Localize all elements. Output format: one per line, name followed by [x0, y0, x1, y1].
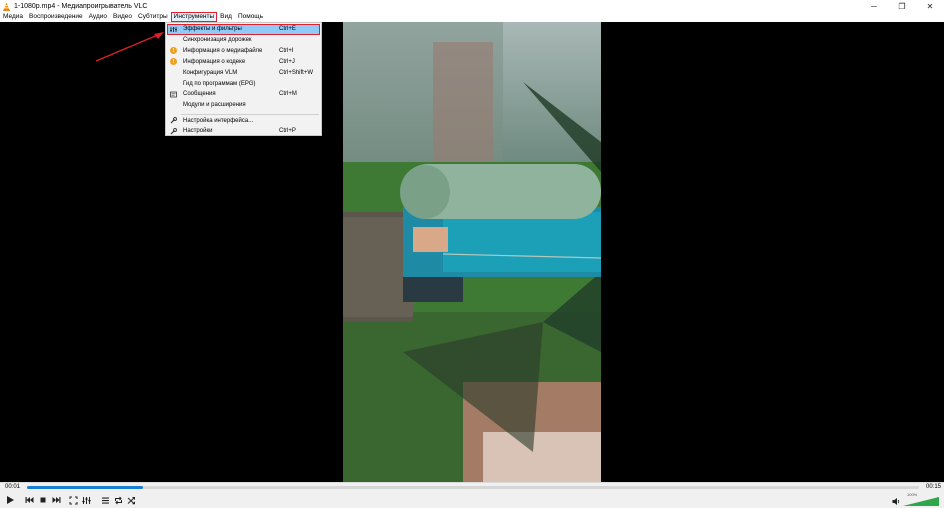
playlist-icon — [102, 497, 109, 504]
menu-item-codec-info[interactable]: ! Информация о кодеке Ctrl+J — [167, 57, 320, 68]
messages-icon — [170, 91, 177, 98]
menu-item-preferences[interactable]: Настройки Ctrl+P — [167, 126, 320, 137]
extended-settings-button[interactable] — [81, 495, 92, 505]
menu-video[interactable]: Видео — [110, 12, 135, 22]
close-button[interactable]: ✕ — [916, 0, 944, 12]
menu-playback[interactable]: Воспроизведение — [26, 12, 86, 22]
menu-tools[interactable]: Инструменты — [170, 12, 218, 22]
elapsed-time: 00:01 — [5, 484, 21, 490]
control-bar: 00:01 00:15 100% — [0, 482, 944, 508]
playlist-button[interactable] — [100, 495, 111, 505]
minimize-button[interactable]: ─ — [860, 0, 888, 12]
menu-item-label: Настройка интерфейса... — [183, 117, 254, 124]
stop-button[interactable] — [38, 495, 48, 505]
menu-item-label: Модули и расширения — [183, 102, 246, 109]
video-area[interactable] — [0, 22, 944, 482]
play-button[interactable] — [3, 493, 17, 507]
shuffle-icon — [127, 496, 135, 504]
window-title: 1-1080p.mp4 - Медиапроигрыватель VLC — [14, 2, 148, 10]
menu-item-plugins[interactable]: Модули и расширения — [167, 100, 320, 111]
menu-separator — [181, 113, 319, 115]
title-bar: 1-1080p.mp4 - Медиапроигрыватель VLC ─ ❐… — [0, 0, 944, 12]
shuffle-button[interactable] — [126, 495, 137, 505]
skip-back-icon — [25, 497, 34, 503]
volume-slider[interactable] — [903, 497, 939, 506]
menu-item-label: Синхронизация дорожек — [183, 37, 252, 44]
vlc-cone-icon — [2, 2, 11, 11]
menu-item-effects-filters[interactable]: Эффекты и фильтры Ctrl+E — [167, 24, 320, 35]
menu-item-messages[interactable]: Сообщения Ctrl+M — [167, 89, 320, 100]
menu-item-shortcut: Ctrl+Shift+W — [279, 69, 314, 76]
fullscreen-icon — [69, 496, 78, 504]
menu-item-epg[interactable]: Гид по программам (EPG) — [167, 79, 320, 90]
maximize-button[interactable]: ❐ — [888, 0, 916, 12]
menu-view[interactable]: Вид — [217, 12, 235, 22]
menu-bar: Медиа Воспроизведение Аудио Видео Субтит… — [0, 12, 944, 22]
total-time: 00:15 — [926, 484, 942, 490]
seek-progress — [27, 486, 143, 489]
previous-button[interactable] — [24, 495, 35, 505]
menu-item-label: Гид по программам (EPG) — [183, 80, 256, 87]
menu-item-label: Информация о кодеке — [183, 58, 246, 65]
menu-item-label: Эффекты и фильтры — [183, 26, 242, 33]
wrench-icon — [170, 117, 177, 124]
play-icon — [7, 496, 14, 504]
menu-item-shortcut: Ctrl+P — [279, 128, 296, 135]
menu-item-label: Настройки — [183, 128, 213, 135]
info-icon: ! — [170, 47, 177, 55]
next-button[interactable] — [51, 495, 62, 505]
loop-icon — [115, 496, 122, 504]
menu-item-track-sync[interactable]: Синхронизация дорожек — [167, 35, 320, 46]
menu-media[interactable]: Медиа — [0, 12, 26, 22]
stop-icon — [40, 497, 46, 503]
wrench-icon — [170, 127, 177, 135]
seek-bar[interactable] — [27, 486, 919, 489]
menu-item-shortcut: Ctrl+I — [279, 47, 294, 54]
menu-item-label: Сообщения — [183, 91, 216, 98]
equalizer-icon — [82, 496, 91, 504]
annotation-arrow — [95, 32, 164, 62]
volume-button[interactable] — [892, 497, 901, 506]
equalizer-icon — [170, 26, 177, 33]
menu-item-vlm-config[interactable]: Конфигурация VLM Ctrl+Shift+W — [167, 68, 320, 79]
tools-menu: Эффекты и фильтры Ctrl+E Синхронизация д… — [165, 22, 322, 136]
loop-button[interactable] — [113, 495, 124, 505]
menu-item-shortcut: Ctrl+J — [279, 58, 295, 65]
menu-item-shortcut: Ctrl+E — [279, 26, 296, 33]
menu-help[interactable]: Помощь — [235, 12, 266, 22]
menu-item-shortcut: Ctrl+M — [279, 91, 297, 98]
menu-subtitles[interactable]: Субтитры — [135, 12, 171, 22]
speaker-icon — [892, 498, 900, 505]
skip-forward-icon — [52, 497, 61, 503]
menu-item-customize-interface[interactable]: Настройка интерфейса... — [167, 116, 320, 127]
menu-audio[interactable]: Аудио — [86, 12, 110, 22]
info-icon: ! — [170, 58, 177, 66]
video-frame[interactable] — [343, 22, 601, 482]
menu-item-label: Конфигурация VLM — [183, 69, 238, 76]
fullscreen-button[interactable] — [68, 495, 79, 505]
menu-item-label: Информация о медиафайле — [183, 47, 263, 54]
menu-item-media-info[interactable]: ! Информация о медиафайле Ctrl+I — [167, 46, 320, 57]
